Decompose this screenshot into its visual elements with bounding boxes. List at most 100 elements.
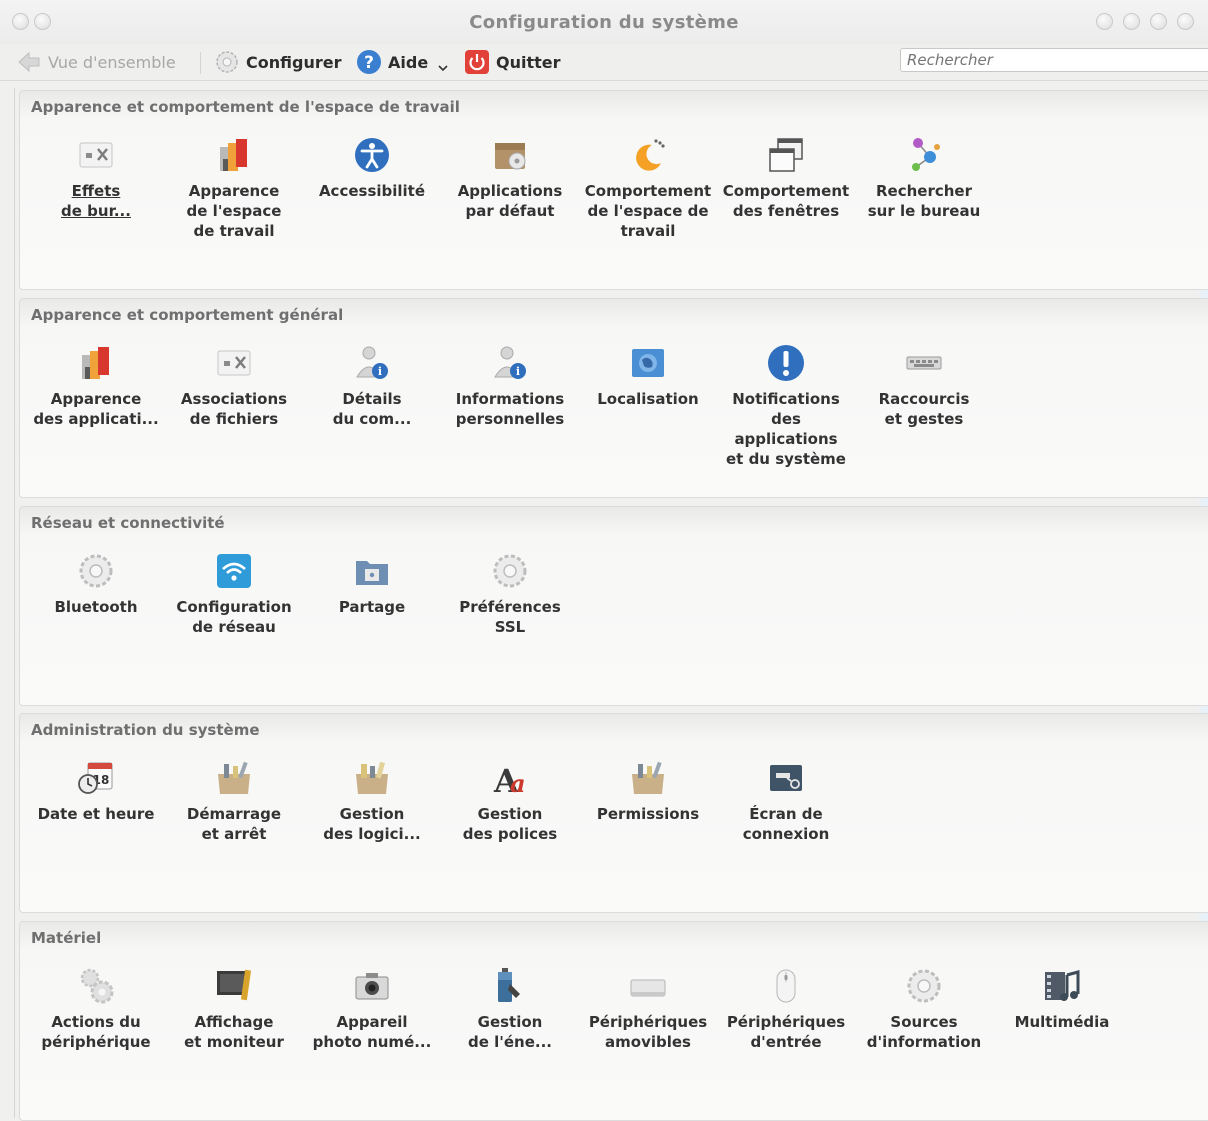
module-shortcuts[interactable]: Raccourcis et gestes [858,343,990,429]
module-device-actions[interactable]: Actions du périphérique [30,966,162,1052]
section-title: Apparence et comportement général [31,306,344,324]
workspace-behavior-icon [636,139,665,171]
font-management-icon: A a [493,762,526,798]
module-file-associations[interactable]: Associations de fichiers [168,343,300,429]
module-account-details[interactable]: i Détails du com... [306,343,438,429]
modules-panel: Apparence et comportement de l'espace de… [14,88,1208,1121]
notifications-icon [768,345,804,381]
module-desktop-search[interactable]: Rechercher sur le bureau [858,135,990,221]
module-label: Gestion de l'éne... [468,1013,552,1051]
module-login-screen[interactable]: Écran de connexion [720,758,852,844]
overview-label: Vue d'ensemble [48,52,176,72]
module-desktop-effects[interactable]: Effets de bur... [30,135,162,221]
section-hardware: Matériel Actions du périphérique Afficha… [19,921,1208,1121]
module-personal-info[interactable]: i Informations personnelles [444,343,576,429]
module-label: Associations de fichiers [180,390,288,428]
module-multimedia[interactable]: Multimédia [996,966,1128,1032]
module-label: Affichage et moniteur [184,1013,284,1051]
minimize-icon[interactable] [1123,13,1140,30]
module-label: Bluetooth [54,598,138,616]
module-default-applications[interactable]: Applications par défaut [444,135,576,221]
module-label: Gestion des polices [462,805,558,843]
module-label: Sources d'information [866,1013,982,1051]
module-accessibility[interactable]: Accessibilité [306,135,438,201]
quit-label: Quitter [496,52,561,72]
module-label: Préférences SSL [459,598,561,636]
bluetooth-gear-icon [79,554,113,588]
module-label: Comportement des fenêtres [722,182,850,220]
module-label: Détails du com... [332,390,412,428]
display-monitor-icon [217,969,252,1001]
module-label: Informations personnelles [455,390,565,428]
module-label: Apparence de l'espace de travail [186,182,282,240]
module-window-behavior[interactable]: Comportement des fenêtres [720,135,852,221]
personal-info-icon: i [494,346,526,379]
section-title: Matériel [31,929,102,947]
help-label: Aide [388,52,429,72]
search-input[interactable] [900,48,1208,72]
sharing-icon [356,561,388,585]
module-notifications[interactable]: Notifications des applications et du sys… [720,343,852,469]
overview-button[interactable]: Vue d'ensemble [16,48,176,76]
close-icon[interactable] [1177,13,1194,30]
chevron-down-icon[interactable] [438,63,448,73]
module-label: Notifications des applications et du sys… [726,390,846,468]
maximize-icon[interactable] [1150,13,1167,30]
module-information-sources[interactable]: Sources d'information [858,966,990,1052]
help-button[interactable]: ? Aide [356,48,448,76]
back-arrow-icon [18,51,40,73]
configure-button[interactable]: Configurer [214,48,341,76]
ssl-gear-icon [493,554,527,588]
device-actions-icon [80,968,114,1004]
module-sharing[interactable]: Partage [306,551,438,617]
module-application-appearance[interactable]: Apparence des applicati... [30,343,162,429]
module-ssl-preferences[interactable]: Préférences SSL [444,551,576,637]
title-bar: Configuration du système [0,0,1208,44]
desktop-search-icon [912,138,940,171]
section-general: Apparence et comportement général Appare… [19,298,1208,498]
module-font-management[interactable]: A a Gestion des polices [444,758,576,844]
accessibility-icon [355,138,389,172]
help-window-icon[interactable] [1096,13,1113,30]
section-title: Réseau et connectivité [31,514,225,532]
module-startup-shutdown[interactable]: Démarrage et arrêt [168,758,300,844]
module-display-monitor[interactable]: Affichage et moniteur [168,966,300,1052]
module-input-devices[interactable]: Périphériques d'entrée [720,966,852,1052]
module-date-time[interactable]: 18 Date et heure [30,758,162,824]
module-workspace-behavior[interactable]: Comportement de l'espace de travail [582,135,714,241]
svg-text:i: i [378,365,382,378]
module-permissions[interactable]: Permissions [582,758,714,824]
module-digital-camera[interactable]: Appareil photo numé... [306,966,438,1052]
startup-shutdown-icon [218,761,250,794]
shortcuts-icon [906,356,942,370]
module-label: Gestion des logici... [323,805,421,843]
module-power-management[interactable]: Gestion de l'éne... [444,966,576,1052]
quit-button[interactable]: Quitter [464,48,561,76]
window-title: Configuration du système [469,12,739,33]
locale-icon [632,349,664,377]
module-label: Périphériques amovibles [588,1013,708,1051]
module-bluetooth[interactable]: Bluetooth [30,551,162,617]
module-label: Date et heure [37,805,155,823]
module-label: Localisation [597,390,699,408]
section-title: Apparence et comportement de l'espace de… [31,98,460,116]
help-icon: ? [357,50,381,74]
module-label: Comportement de l'espace de travail [584,182,712,240]
module-software-management[interactable]: Gestion des logici... [306,758,438,844]
section-administration: Administration du système 18 Date et heu… [19,713,1208,913]
account-details-icon: i [356,346,388,379]
module-label: Permissions [596,805,700,823]
module-workspace-theme[interactable]: Apparence de l'espace de travail [168,135,300,241]
module-label: Configuration de réseau [176,598,292,636]
module-network-configuration[interactable]: Configuration de réseau [168,551,300,637]
module-label: Actions du périphérique [41,1013,151,1051]
module-locale[interactable]: Localisation [582,343,714,409]
section-workspace: Apparence et comportement de l'espace de… [19,90,1208,290]
svg-text:i: i [516,365,520,378]
module-removable-devices[interactable]: Périphériques amovibles [582,966,714,1052]
toolbar-separator [200,52,201,74]
module-label: Raccourcis et gestes [878,390,970,428]
module-label: Démarrage et arrêt [186,805,282,843]
default-applications-icon [495,143,526,170]
software-management-icon [356,761,388,794]
